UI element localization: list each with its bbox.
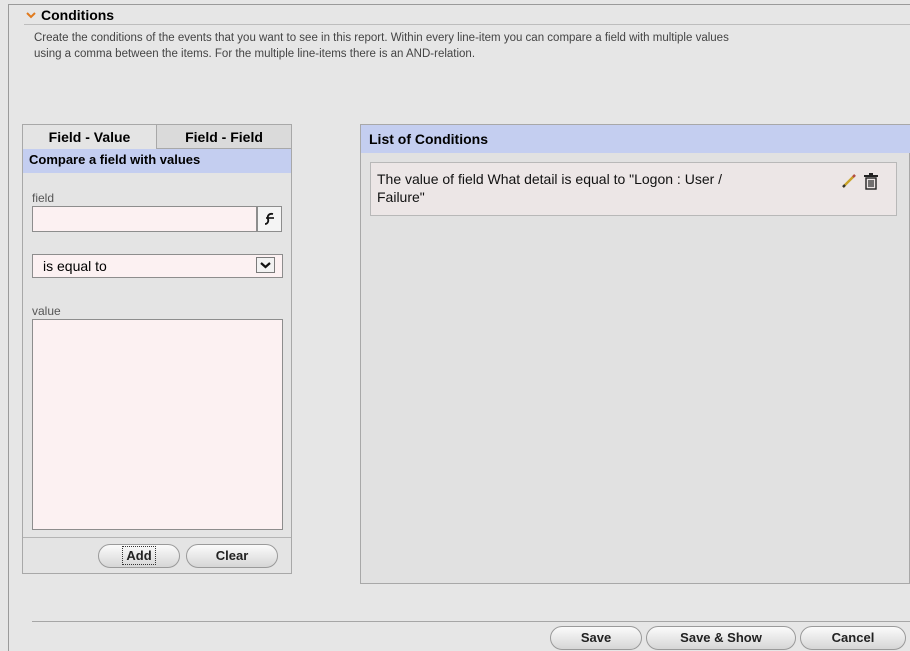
window-border-top <box>8 4 910 5</box>
add-button-label: Add <box>122 546 156 565</box>
section-title[interactable]: Conditions <box>41 6 114 24</box>
tab-field-field[interactable]: Field - Field <box>157 125 291 149</box>
conditions-list-title: List of Conditions <box>361 125 910 153</box>
dropdown-arrow-icon <box>260 262 271 269</box>
save-and-show-button-label: Save & Show <box>680 630 762 645</box>
panel-subtitle: Compare a field with values <box>23 149 291 173</box>
save-and-show-button[interactable]: Save & Show <box>646 626 796 650</box>
condition-text: The value of field What detail is equal … <box>377 170 817 206</box>
field-picker-icon <box>264 212 274 225</box>
field-label: field <box>32 191 55 205</box>
save-button[interactable]: Save <box>550 626 642 650</box>
cancel-button-label: Cancel <box>831 630 875 645</box>
header-divider <box>24 24 910 25</box>
save-button-label: Save <box>580 630 612 645</box>
panel-footer-divider <box>23 537 291 538</box>
condition-text-line-1: The value of field What detail is equal … <box>377 171 723 187</box>
operator-select[interactable]: is equal to <box>32 254 283 278</box>
window-border-left <box>8 4 9 651</box>
tab-field-value[interactable]: Field - Value <box>23 125 157 149</box>
value-textarea[interactable] <box>32 319 283 530</box>
footer-divider <box>32 621 910 622</box>
edit-pencil-icon[interactable] <box>840 173 858 189</box>
clear-button-label: Clear <box>215 548 249 563</box>
field-input[interactable] <box>32 206 257 232</box>
collapse-chevron-icon[interactable] <box>24 8 38 22</box>
add-button[interactable]: Add <box>98 544 180 568</box>
delete-trash-icon[interactable] <box>863 172 879 190</box>
cancel-button[interactable]: Cancel <box>800 626 906 650</box>
clear-button[interactable]: Clear <box>186 544 278 568</box>
operator-dropdown-button[interactable] <box>256 257 275 273</box>
field-picker-button[interactable] <box>257 206 282 232</box>
condition-text-line-2: Failure" <box>377 189 425 205</box>
section-description: Create the conditions of the events that… <box>34 32 729 60</box>
value-label: value <box>32 304 61 318</box>
